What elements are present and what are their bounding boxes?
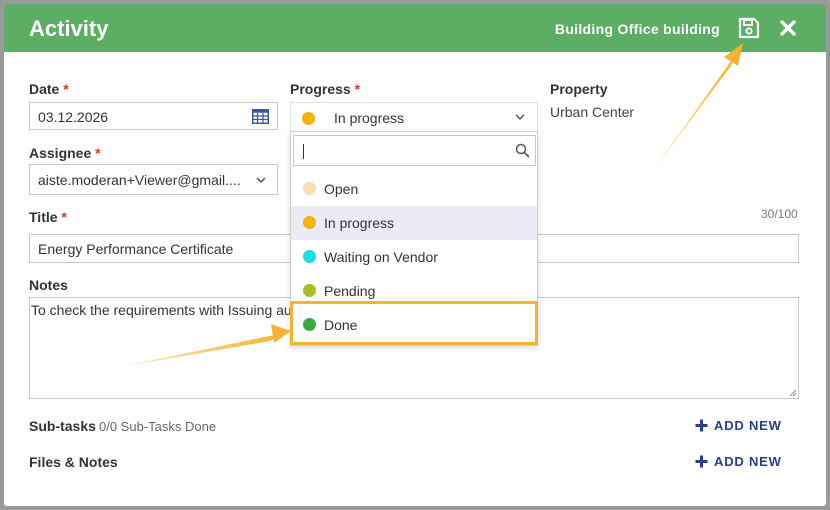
assignee-value: aiste.moderan+Viewer@gmail.... (38, 172, 241, 188)
files-notes-label: Files & Notes (29, 454, 118, 470)
chevron-down-icon (256, 177, 266, 184)
status-dot-waiting-on-vendor (303, 250, 316, 263)
text-caret (303, 144, 304, 159)
progress-value: In progress (334, 110, 405, 126)
title-value: Energy Performance Certificate (38, 241, 234, 257)
title-label: Title * (29, 209, 67, 225)
status-dot-in-progress (303, 216, 316, 229)
breadcrumb-prefix: Building (554, 21, 614, 37)
subtasks-label: Sub-tasks (29, 418, 96, 434)
status-dot-pending (303, 284, 316, 297)
search-icon (515, 143, 530, 158)
dropdown-option-open[interactable]: Open (291, 172, 537, 206)
breadcrumb-building-name[interactable]: Office building (618, 21, 721, 37)
close-button[interactable] (777, 17, 799, 39)
dialog-title: Activity (29, 16, 109, 41)
save-icon (738, 17, 760, 39)
notes-label: Notes (29, 277, 68, 293)
plus-icon (695, 455, 708, 468)
property-label: Property (550, 81, 608, 97)
date-label: Date * (29, 81, 69, 97)
notes-value: To check the requirements with Issuing a… (31, 302, 292, 318)
close-icon (780, 20, 796, 36)
assignee-select[interactable]: aiste.moderan+Viewer@gmail.... (29, 164, 278, 195)
calendar-icon[interactable] (252, 109, 269, 124)
progress-status-dot (302, 112, 315, 125)
progress-label: Progress * (290, 81, 361, 97)
resize-handle-icon[interactable] (789, 389, 797, 397)
date-input[interactable]: 03.12.2026 (29, 102, 278, 130)
assignee-label: Assignee * (29, 145, 101, 161)
property-value: Urban Center (550, 104, 635, 120)
status-dot-open (303, 182, 316, 195)
date-value: 03.12.2026 (38, 109, 109, 125)
dropdown-search-input[interactable] (293, 135, 536, 166)
dropdown-option-in-progress[interactable]: In progress (291, 206, 537, 240)
building-breadcrumb: Building Office building (555, 21, 720, 37)
save-button[interactable] (738, 17, 760, 39)
done-option-highlight-box (290, 301, 538, 345)
dialog-header: Activity Building Office building (4, 4, 826, 52)
activity-dialog: Activity Building Office building Date *… (4, 4, 826, 506)
subtasks-status: 0/0 Sub-Tasks Done (99, 419, 217, 434)
dropdown-option-waiting-on-vendor[interactable]: Waiting on Vendor (291, 240, 537, 274)
title-char-counter: 30/100 (761, 207, 798, 221)
chevron-down-icon (515, 114, 525, 121)
plus-icon (695, 419, 708, 432)
progress-select[interactable]: In progress (290, 102, 538, 132)
